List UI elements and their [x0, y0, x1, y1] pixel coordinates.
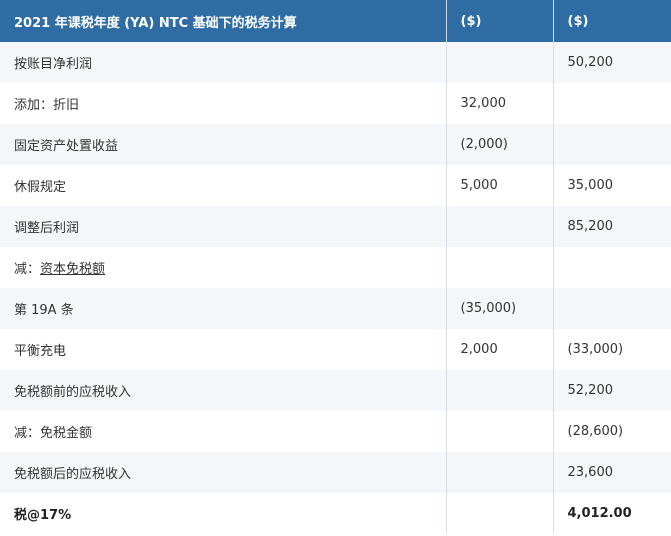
row-amount-2: 35,000 [553, 165, 671, 206]
table-row: 调整后利润 85,200 [0, 206, 671, 247]
table-row: 减：资本免税额 [0, 247, 671, 288]
row-amount-1 [446, 247, 554, 288]
table-header: 2021 年课税年度 (YA) NTC 基础下的税务计算 ($) ($) [0, 0, 671, 42]
row-amount-2: (33,000) [553, 329, 671, 370]
tax-total-row: 税@17% 4,012.00 [0, 493, 671, 534]
table-row: 平衡充电 2,000 (33,000) [0, 329, 671, 370]
capital-allowance-link[interactable]: 资本免税额 [40, 262, 105, 277]
row-label: 第 19A 条 [0, 288, 447, 329]
header-description: 2021 年课税年度 (YA) NTC 基础下的税务计算 [0, 0, 447, 42]
table-row: 添加：折旧 32,000 [0, 83, 671, 124]
row-label: 添加：折旧 [0, 83, 447, 124]
row-amount-2 [553, 124, 671, 165]
table-row: 第 19A 条 (35,000) [0, 288, 671, 329]
row-label: 免税额前的应税收入 [0, 370, 447, 411]
row-label: 减：资本免税额 [0, 247, 447, 288]
row-amount-1 [446, 493, 554, 534]
row-amount-1 [446, 370, 554, 411]
row-amount-1 [446, 452, 554, 493]
row-amount-1: (35,000) [446, 288, 554, 329]
row-label: 按账目净利润 [0, 42, 447, 83]
header-row: 2021 年课税年度 (YA) NTC 基础下的税务计算 ($) ($) [0, 0, 671, 42]
table-body: 按账目净利润 50,200 添加：折旧 32,000 固定资产处置收益 (2,0… [0, 42, 671, 534]
row-amount-1: 5,000 [446, 165, 554, 206]
row-label: 调整后利润 [0, 206, 447, 247]
row-label-prefix: 减： [14, 262, 41, 277]
row-label: 免税额后的应税收入 [0, 452, 447, 493]
tax-total-value: 4,012.00 [553, 493, 671, 534]
row-amount-1: 32,000 [446, 83, 554, 124]
row-label: 减：免税金额 [0, 411, 447, 452]
row-label: 休假规定 [0, 165, 447, 206]
row-amount-1 [446, 411, 554, 452]
row-amount-1 [446, 206, 554, 247]
row-amount-2 [553, 83, 671, 124]
row-amount-1 [446, 42, 554, 83]
table-row: 固定资产处置收益 (2,000) [0, 124, 671, 165]
row-label: 固定资产处置收益 [0, 124, 447, 165]
row-amount-2: 23,600 [553, 452, 671, 493]
header-amount-2: ($) [553, 0, 671, 42]
row-amount-2 [553, 247, 671, 288]
row-amount-2: 52,200 [553, 370, 671, 411]
table-row: 免税额前的应税收入 52,200 [0, 370, 671, 411]
header-amount-1: ($) [446, 0, 554, 42]
tax-computation-table: 2021 年课税年度 (YA) NTC 基础下的税务计算 ($) ($) 按账目… [0, 0, 671, 534]
table-row: 按账目净利润 50,200 [0, 42, 671, 83]
row-amount-1: (2,000) [446, 124, 554, 165]
row-label: 平衡充电 [0, 329, 447, 370]
row-amount-1: 2,000 [446, 329, 554, 370]
row-amount-2: 85,200 [553, 206, 671, 247]
row-label: 税@17% [0, 493, 447, 534]
table-row: 免税额后的应税收入 23,600 [0, 452, 671, 493]
row-amount-2: 50,200 [553, 42, 671, 83]
table-row: 减：免税金额 (28,600) [0, 411, 671, 452]
table-row: 休假规定 5,000 35,000 [0, 165, 671, 206]
row-amount-2: (28,600) [553, 411, 671, 452]
row-amount-2 [553, 288, 671, 329]
